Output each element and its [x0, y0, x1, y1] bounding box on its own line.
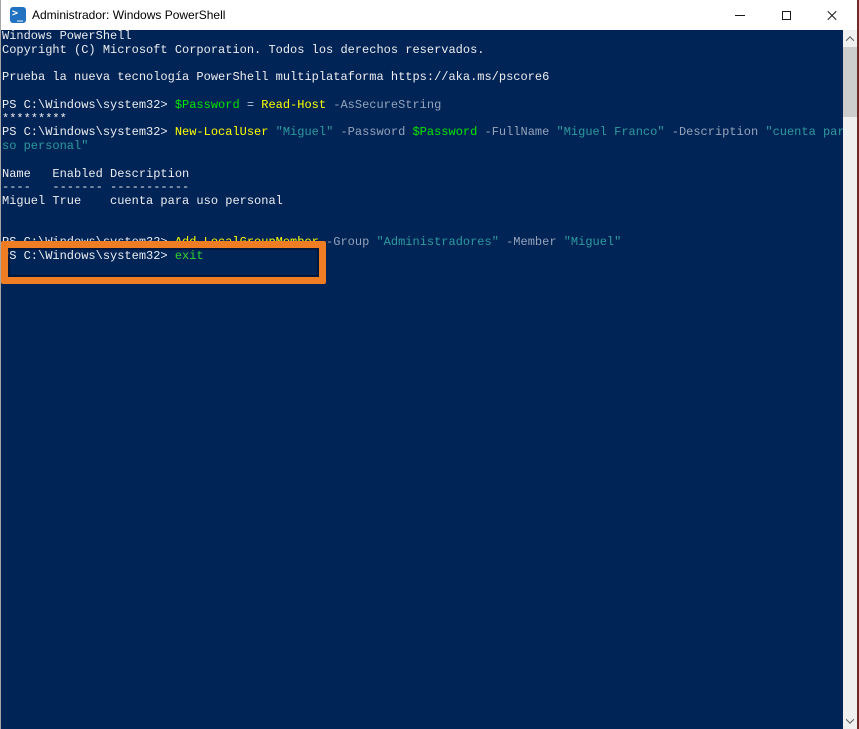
- chevron-up-icon: [845, 35, 855, 45]
- terminal-line: PS C:\Windows\system32> $Password = Read…: [2, 98, 442, 112]
- terminal-line: Prueba la nueva tecnología PowerShell mu…: [2, 71, 550, 85]
- window-title: Administrador: Windows PowerShell: [32, 8, 226, 22]
- terminal-output[interactable]: Windows PowerShell Copyright (C) Microsof…: [1, 30, 843, 729]
- terminal-line: Name Enabled Description: [2, 167, 190, 181]
- scrollbar-thumb[interactable]: [843, 47, 857, 117]
- vertical-scrollbar[interactable]: [843, 30, 857, 729]
- terminal-line: PS C:\Windows\system32> Add-LocalGroupMe…: [2, 236, 622, 250]
- terminal-line: ---- ------- -----------: [2, 181, 190, 195]
- powershell-icon: > _: [10, 7, 26, 23]
- chevron-down-icon: [845, 714, 855, 724]
- titlebar: > _ Administrador: Windows PowerShell: [1, 0, 857, 30]
- powershell-window: > _ Administrador: Windows PowerShell Wi…: [0, 0, 859, 729]
- scroll-down-button[interactable]: [843, 712, 857, 729]
- close-icon: [826, 9, 838, 21]
- close-button[interactable]: [809, 0, 855, 30]
- terminal-line: Windows PowerShell: [2, 30, 132, 43]
- maximize-icon: [781, 10, 791, 20]
- window-controls: [717, 0, 855, 30]
- terminal-line: *********: [2, 112, 67, 126]
- terminal-line: Miguel True cuenta para uso personal: [2, 195, 283, 208]
- scroll-up-button[interactable]: [843, 30, 857, 47]
- maximize-button[interactable]: [763, 0, 809, 30]
- terminal-line: Copyright (C) Microsoft Corporation. Tod…: [2, 43, 485, 57]
- minimize-button[interactable]: [717, 0, 763, 30]
- terminal-line: PS C:\Windows\system32> New-LocalUser "M…: [2, 126, 843, 140]
- minimize-icon: [735, 14, 745, 16]
- terminal-line: PS C:\Windows\system32> exit: [2, 250, 204, 263]
- terminal-line: so personal": [2, 140, 89, 153]
